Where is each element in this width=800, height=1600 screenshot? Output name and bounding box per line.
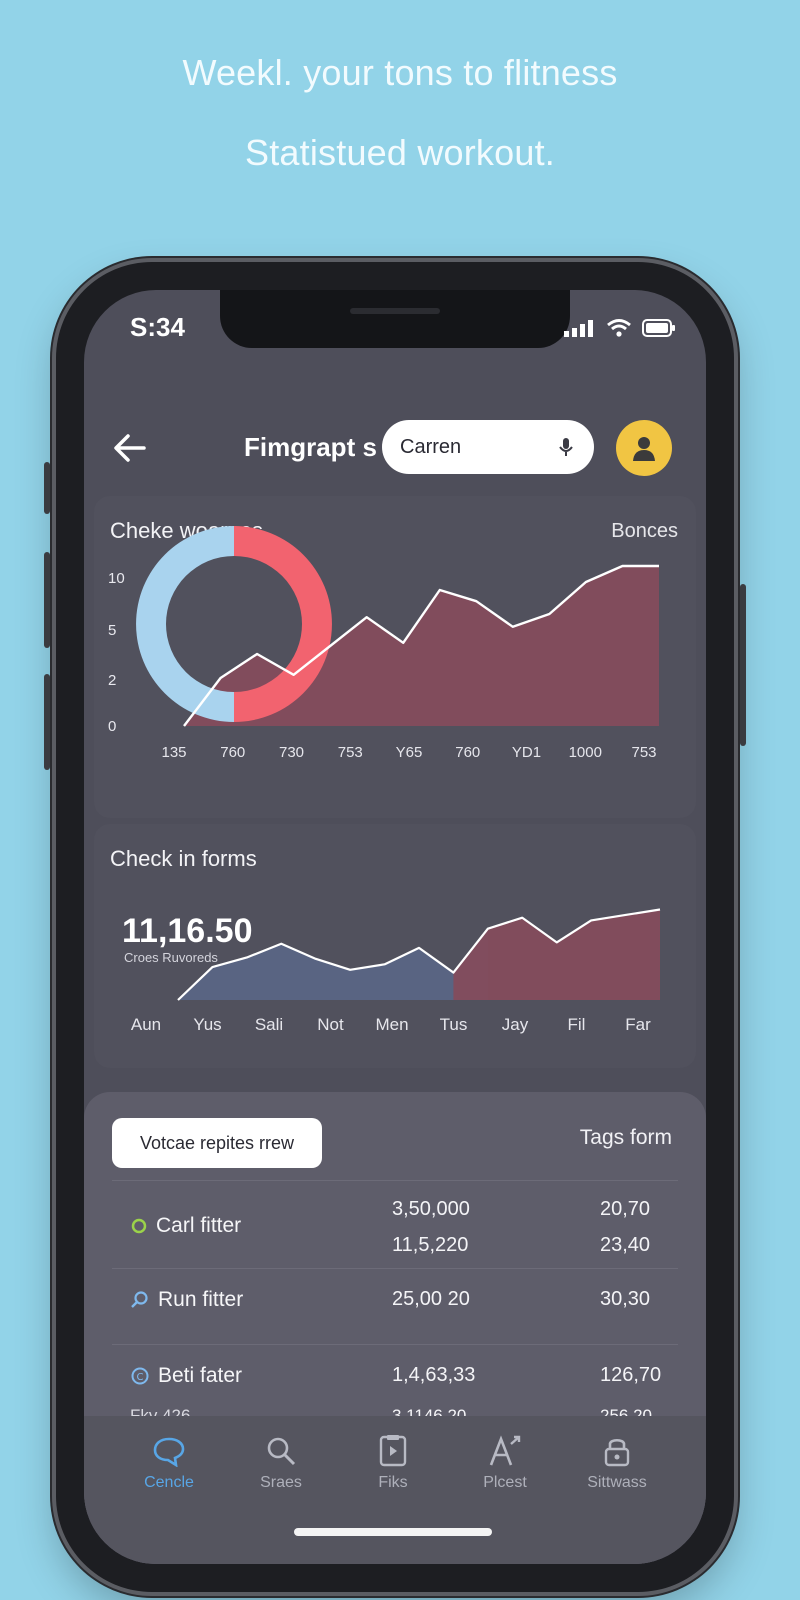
lock-icon [604,1438,630,1467]
mute-switch [44,462,50,514]
row-label-text: Carl fitter [156,1214,242,1237]
x-tick-label: Jay [502,1015,529,1034]
font-icon [489,1435,521,1466]
row-label-text: Beti fater [158,1364,243,1387]
tab-cencle[interactable]: Cencle [114,1432,224,1492]
headline-line-1: Weekl. your tons to flitness [182,52,618,93]
x-tick-label: Fil [568,1015,586,1034]
row-value: 126,70 [600,1364,662,1386]
x-tick-label: Far [625,1015,651,1034]
tab-fiks[interactable]: Fiks [338,1432,448,1492]
row-value: 23,40 [600,1234,651,1256]
row-value: 25,00 20 [392,1288,470,1310]
x-tick-label: Men [375,1015,408,1034]
phone-screen: S:34 Fimgrapt s Carren Cheke woarnes Bon… [84,290,706,1564]
tab-bar: Cencle Sraes Fiks Plcest Sittwass [84,1416,706,1564]
x-tick-label: Aun [131,1015,161,1034]
circle-c-icon: C [131,1367,149,1385]
home-indicator [294,1528,492,1536]
row-divider [112,1180,678,1181]
tab-plcest[interactable]: Plcest [450,1432,560,1492]
row-value: 3,50,000 [392,1198,470,1220]
tab-label: Cencle [144,1474,194,1491]
list-item-label[interactable]: C Beti fater [130,1364,242,1388]
list-item-label[interactable]: Run fitter [130,1288,243,1312]
headline-line-2: Statistued workout. [245,132,555,173]
x-tick-label: Sali [255,1015,283,1034]
tab-label: Sraes [260,1474,302,1491]
phone-frame: S:34 Fimgrapt s Carren Cheke woarnes Bon… [44,262,746,1592]
row-value: 1,4,63,33 [392,1364,476,1386]
row-divider [112,1344,678,1345]
ring-icon [131,1218,147,1234]
sheet-aside[interactable]: Tags form [580,1126,672,1150]
file-icon [379,1435,407,1467]
chat-icon [153,1437,185,1467]
svg-text:C: C [137,1372,144,1383]
tab-label: Sittwass [587,1474,647,1491]
tab-sittwass[interactable]: Sittwass [562,1432,672,1492]
view-reports-button[interactable]: Votcae repites rrew [112,1118,322,1168]
row-value: 11,5,220 [392,1234,469,1256]
area-fill-right [453,909,660,1000]
row-divider [112,1268,678,1269]
row-label-text: Run fitter [158,1288,244,1311]
tab-label: Fiks [378,1474,408,1491]
check-in-value: 11,16.50 [122,912,253,950]
search-icon [267,1437,296,1466]
check-in-caption: Croes Ruvoreds [124,950,218,965]
power-button [740,584,746,746]
row-value: 30,30 [600,1288,651,1310]
search-icon [131,1291,148,1308]
list-item-label[interactable]: Carl fitter [130,1214,241,1238]
row-value: 20,70 [600,1198,651,1220]
volume-down-button [44,674,50,770]
x-tick-label: Not [317,1015,344,1034]
volume-up-button [44,552,50,648]
x-tick-label: Yus [193,1015,221,1034]
tab-label: Plcest [483,1474,527,1491]
tab-sraes[interactable]: Sraes [226,1432,336,1492]
x-tick-label: Tus [440,1015,468,1034]
